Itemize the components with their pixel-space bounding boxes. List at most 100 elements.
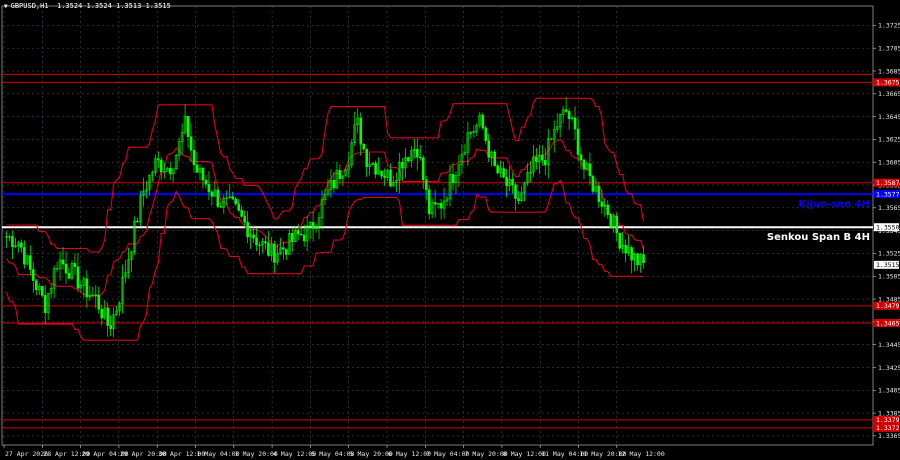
y-tick-label: 1.3565 xyxy=(878,204,900,212)
candle-body xyxy=(511,178,514,186)
candle-body xyxy=(597,185,601,203)
candle-body xyxy=(582,159,586,170)
candle-body xyxy=(487,140,491,158)
candle-body xyxy=(588,163,592,177)
candle-body xyxy=(407,157,410,162)
candle-body xyxy=(231,196,235,200)
candle-body xyxy=(535,156,538,162)
candle-body xyxy=(282,247,285,250)
candle-body xyxy=(195,164,199,173)
candle-body xyxy=(243,216,246,223)
y-tick-label: 1.3625 xyxy=(878,136,900,144)
candle-body xyxy=(201,167,205,181)
chart-window: 1.3725 1.3705 1.3685 1.3665 1.3645 1.3625 1.36… xyxy=(0,0,900,460)
candle-body xyxy=(285,249,288,255)
candle-body xyxy=(34,280,38,291)
y-tick-label: 1.3425 xyxy=(878,364,900,372)
ohlc-label: 1.3524 1.3524 1.3513 1.3515 xyxy=(57,2,171,10)
candle-body xyxy=(439,202,443,209)
current-price-label: 1.3515 xyxy=(876,261,900,269)
candle-body xyxy=(31,269,35,281)
candle-body xyxy=(418,156,422,159)
candle-body xyxy=(94,294,98,296)
candle-body xyxy=(543,160,547,166)
candle-body xyxy=(591,175,595,192)
y-tick-label: 1.3525 xyxy=(878,250,900,258)
level-badge-label: 1.3577 xyxy=(876,190,900,198)
candle-body xyxy=(23,247,26,265)
level-badge-label: 1.3587 xyxy=(876,179,900,187)
y-tick-label: 1.3705 xyxy=(878,44,900,52)
time-axis: 27 Apr 202628 Apr 12:0029 Apr 04:0029 Ap… xyxy=(3,445,665,458)
candle-body xyxy=(67,272,71,279)
candle-body xyxy=(362,143,365,150)
x-tick-label: 5 May 04:00 xyxy=(311,450,354,458)
candle-body xyxy=(609,214,613,228)
candle-body xyxy=(541,154,544,161)
candle-body xyxy=(264,241,267,244)
candle-body xyxy=(389,169,392,187)
candle-body xyxy=(484,127,488,141)
candle-body xyxy=(159,159,163,173)
candle-body xyxy=(219,206,223,208)
candle-body xyxy=(630,247,633,261)
candle-body xyxy=(246,221,249,238)
candle-body xyxy=(502,168,505,178)
candle-body xyxy=(496,165,499,174)
candle-body xyxy=(606,204,610,215)
candle-body xyxy=(29,255,32,270)
y-tick-label: 1.3365 xyxy=(878,432,900,440)
candle-body xyxy=(234,198,237,205)
candle-body xyxy=(332,179,336,189)
candle-body xyxy=(240,209,243,217)
candle-body xyxy=(380,170,383,177)
candle-body xyxy=(624,244,627,254)
x-tick-label: 7 May 20:00 xyxy=(465,450,508,458)
candle-body xyxy=(374,162,377,175)
candle-body xyxy=(76,266,80,289)
candle-body xyxy=(359,117,363,145)
candle-body xyxy=(192,149,196,166)
y-tick-label: 1.3665 xyxy=(878,90,900,98)
candle-body xyxy=(481,114,485,129)
candle-body xyxy=(210,191,214,197)
candle-body xyxy=(106,307,109,326)
senkou-label: Senkou Span B 4H xyxy=(767,232,870,243)
candle-body xyxy=(186,115,190,137)
y-tick-label: 1.3605 xyxy=(878,159,900,167)
y-tick-label: 1.3685 xyxy=(878,67,900,75)
y-tick-label: 1.3405 xyxy=(878,387,900,395)
x-tick-label: 5 May 20:00 xyxy=(350,450,393,458)
candle-body xyxy=(424,179,428,191)
candle-body xyxy=(157,158,160,161)
x-tick-label: 6 May 12:00 xyxy=(388,450,431,458)
candle-body xyxy=(636,253,639,266)
candle-body xyxy=(365,148,368,167)
y-tick-label: 1.3725 xyxy=(878,22,900,30)
level-badge-label: 1.3550 xyxy=(876,224,900,232)
candle-body xyxy=(433,202,437,205)
candle-body xyxy=(549,138,553,140)
x-tick-label: 12 May 12:00 xyxy=(618,450,665,458)
candle-body xyxy=(136,220,139,223)
x-tick-label: 1 May 04:00 xyxy=(197,450,240,458)
candle-body xyxy=(64,263,68,274)
candle-body xyxy=(267,242,270,256)
triangle-icon: ▼ xyxy=(4,3,8,10)
candle-body xyxy=(302,234,306,242)
candle-body xyxy=(600,201,604,207)
candle-body xyxy=(11,236,14,248)
candle-body xyxy=(255,237,258,246)
x-tick-label: 4 May 12:00 xyxy=(273,450,316,458)
candle-body xyxy=(505,176,508,186)
candle-body xyxy=(109,325,112,330)
candle-body xyxy=(517,198,520,202)
candle-body xyxy=(618,232,621,249)
x-tick-label: 7 May 04:00 xyxy=(426,450,469,458)
x-tick-label: 27 Apr 2026 xyxy=(5,450,48,458)
chart-header: ▼ GBPUSD,H1 1.3524 1.3524 1.3513 1.3515 xyxy=(4,2,171,10)
candle-body xyxy=(311,222,315,229)
price-chart[interactable]: 1.3725 1.3705 1.3685 1.3665 1.3645 1.3625 1.36… xyxy=(0,0,900,460)
candle-body xyxy=(415,148,419,158)
candle-body xyxy=(469,132,473,134)
